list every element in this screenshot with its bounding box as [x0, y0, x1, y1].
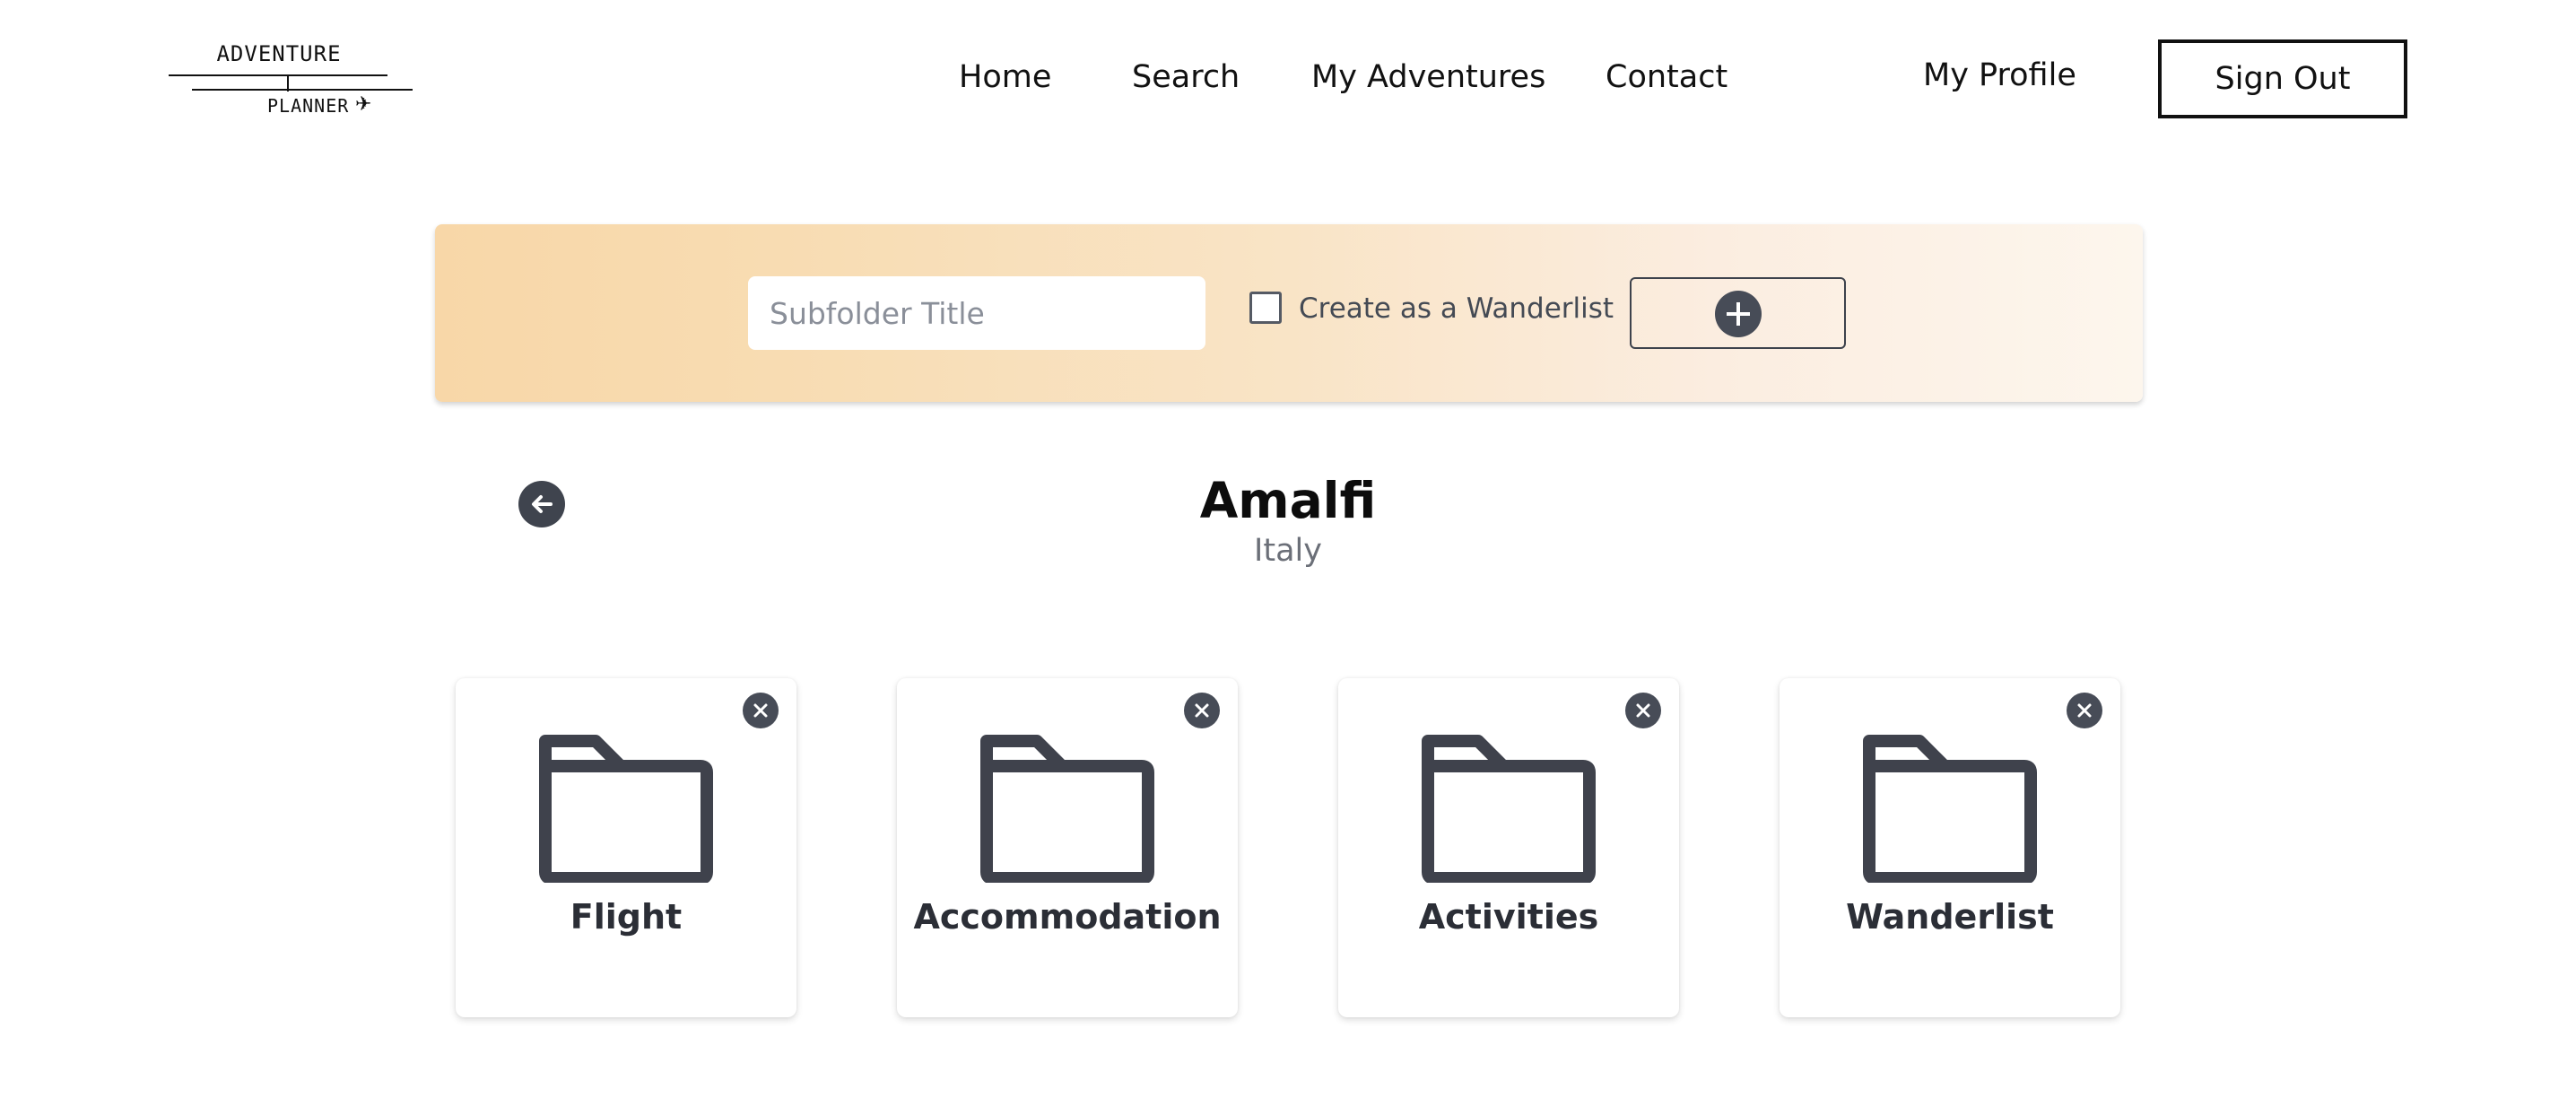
folder-card-activities[interactable]: Activities	[1338, 678, 1679, 1017]
sign-out-button[interactable]: Sign Out	[2158, 39, 2407, 118]
close-icon	[753, 703, 768, 718]
folder-icon	[1422, 735, 1596, 883]
close-icon	[1195, 703, 1209, 718]
nav-item-contact[interactable]: Contact	[1606, 59, 1727, 95]
my-profile-link[interactable]: My Profile	[1923, 57, 2076, 93]
wanderlist-checkbox-label: Create as a Wanderlist	[1299, 292, 1614, 325]
delete-folder-button[interactable]	[743, 693, 779, 728]
folder-icon	[539, 735, 713, 883]
page-subtitle: Italy	[1254, 533, 1322, 569]
wanderlist-checkbox[interactable]	[1249, 292, 1282, 324]
logo-text-bottom: PLANNER	[267, 95, 350, 117]
nav-item-search[interactable]: Search	[1132, 59, 1240, 95]
page-title: Amalfi	[1199, 472, 1377, 529]
airplane-icon: ✈	[355, 93, 372, 116]
delete-folder-button[interactable]	[1625, 693, 1661, 728]
folder-icon	[1863, 735, 2037, 883]
folder-card-wanderlist[interactable]: Wanderlist	[1780, 678, 2120, 1017]
nav-item-home[interactable]: Home	[959, 59, 1051, 95]
nav-item-my-adventures[interactable]: My Adventures	[1311, 59, 1545, 95]
page: ADVENTURE PLANNER ✈ Home Search My Adven…	[0, 0, 2576, 1107]
folder-card-label: Wanderlist	[1846, 897, 2054, 937]
logo-text-top: ADVENTURE	[216, 41, 342, 66]
folder-card-label: Accommodation	[913, 897, 1222, 937]
folder-card-label: Activities	[1418, 897, 1599, 937]
logo-divider	[169, 74, 387, 76]
create-subfolder-bar: Create as a Wanderlist	[435, 224, 2143, 402]
adventure-planner-logo[interactable]: ADVENTURE PLANNER ✈	[167, 41, 413, 122]
folder-card-accommodation[interactable]: Accommodation	[897, 678, 1238, 1017]
folder-card-label: Flight	[570, 897, 683, 937]
folder-card-flight[interactable]: Flight	[456, 678, 796, 1017]
subfolder-title-input[interactable]	[748, 276, 1205, 350]
logo-divider-lower	[192, 89, 413, 91]
delete-folder-button[interactable]	[1184, 693, 1220, 728]
close-icon	[2077, 703, 2092, 718]
folder-icon	[980, 735, 1154, 883]
add-subfolder-button[interactable]	[1630, 277, 1846, 349]
plus-circle-icon	[1715, 291, 1762, 337]
close-icon	[1636, 703, 1650, 718]
delete-folder-button[interactable]	[2067, 693, 2102, 728]
